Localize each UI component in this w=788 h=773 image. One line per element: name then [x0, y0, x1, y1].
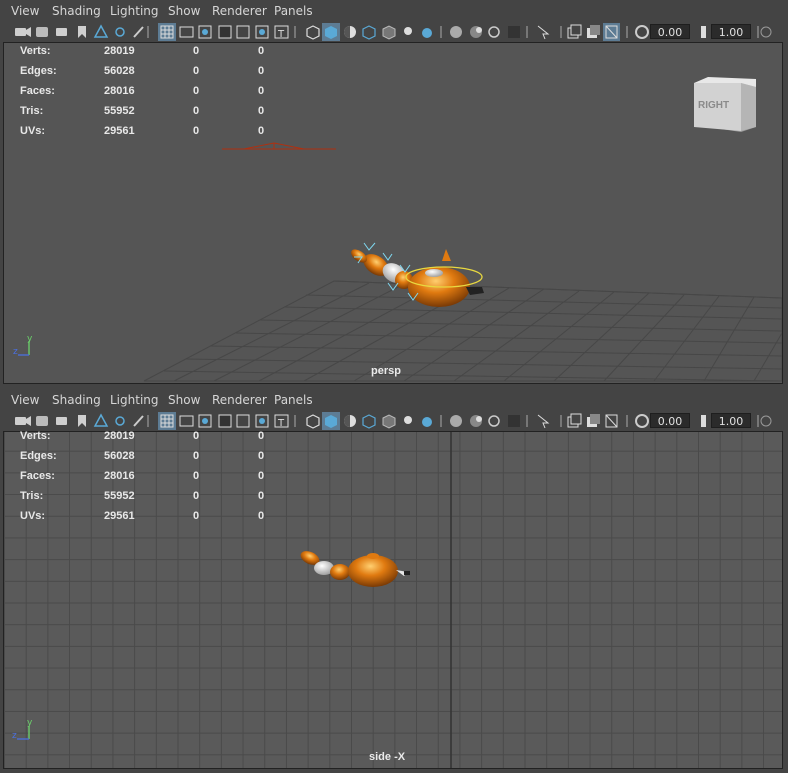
stat-value: 0 [193, 470, 200, 482]
stat-label: Edges: [20, 65, 57, 77]
svg-text:T: T [277, 29, 285, 40]
stat-value: 28019 [104, 45, 135, 57]
top-view-panel: View Shading Lighting Show Renderer Pane… [0, 0, 788, 386]
stat-value: 0 [258, 430, 265, 442]
stat-value: 55952 [104, 490, 135, 502]
stat-label: Faces: [20, 85, 55, 97]
stat-label: Tris: [20, 490, 44, 502]
menu-panels[interactable]: Panels [274, 393, 313, 407]
menu-show[interactable]: Show [168, 393, 200, 407]
stat-value: 0 [258, 510, 265, 522]
stat-label: Verts: [20, 430, 51, 442]
stat-value: 29561 [104, 125, 135, 137]
stat-value: 0 [258, 490, 265, 502]
stat-value: 0 [258, 65, 265, 77]
menu-lighting[interactable]: Lighting [110, 4, 159, 18]
top-menubar: View Shading Lighting Show Renderer Pane… [0, 0, 788, 22]
perspective-viewport[interactable]: RIGHT y z Verts: 28019 0 0 Edges: 56028 … [3, 42, 783, 384]
teapot-model [351, 242, 484, 307]
stat-value: 0 [193, 450, 200, 462]
gamma-field[interactable]: 1.00 [711, 413, 751, 428]
menu-view[interactable]: View [11, 4, 39, 18]
side-scene: y z [12, 432, 452, 768]
light-marker [222, 142, 336, 150]
side-view-panel: View Shading Lighting Show Renderer Pane… [0, 389, 788, 773]
stat-value: 0 [193, 65, 200, 77]
stat-value: 0 [258, 45, 265, 57]
top-toolbar: T 0.00 1.00 [0, 22, 788, 42]
axis-y-label: y [27, 334, 33, 344]
exposure-field[interactable]: 0.00 [650, 413, 690, 428]
menu-renderer[interactable]: Renderer [212, 393, 267, 407]
stat-label: Faces: [20, 470, 55, 482]
menu-lighting[interactable]: Lighting [110, 393, 159, 407]
stat-value: 0 [258, 125, 265, 137]
view-cube-label: RIGHT [698, 100, 729, 111]
side-viewport[interactable]: y z Verts: 28019 0 0 Edges: 56028 0 0 Fa… [3, 430, 783, 769]
stat-label: Tris: [20, 105, 44, 117]
menu-view[interactable]: View [11, 393, 39, 407]
stat-value: 0 [193, 105, 200, 117]
stat-value: 28016 [104, 85, 135, 97]
bottom-menubar: View Shading Lighting Show Renderer Pane… [0, 389, 788, 411]
stat-value: 0 [258, 85, 265, 97]
gamma-field[interactable]: 1.00 [711, 24, 751, 39]
svg-text:T: T [277, 418, 285, 429]
menu-show[interactable]: Show [168, 4, 200, 18]
stat-value: 0 [193, 490, 200, 502]
stat-value: 0 [193, 430, 200, 442]
axis-z-label: z [13, 347, 18, 357]
stat-label: UVs: [20, 510, 46, 522]
stat-value: 0 [193, 510, 200, 522]
stat-value: 56028 [104, 65, 135, 77]
menu-shading[interactable]: Shading [52, 393, 101, 407]
exposure-field[interactable]: 0.00 [650, 24, 690, 39]
stat-value: 28016 [104, 470, 135, 482]
stat-value: 28019 [104, 430, 135, 442]
stat-value: 0 [193, 85, 200, 97]
side-camera-name-label: side -X [369, 751, 406, 763]
menu-shading[interactable]: Shading [52, 4, 101, 18]
side-axis-z-label: z [12, 731, 17, 741]
side-axis-y-label: y [27, 718, 33, 728]
camera-name-label: persp [371, 365, 401, 377]
stat-label: Verts: [20, 45, 51, 57]
stat-value: 56028 [104, 450, 135, 462]
menu-renderer[interactable]: Renderer [212, 4, 267, 18]
stat-value: 0 [258, 105, 265, 117]
stat-value: 55952 [104, 105, 135, 117]
stat-value: 0 [258, 470, 265, 482]
stat-label: UVs: [20, 125, 46, 137]
menu-panels[interactable]: Panels [274, 4, 313, 18]
stat-value: 0 [193, 45, 200, 57]
bottom-toolbar: T 0.00 1.00 [0, 411, 788, 431]
stat-value: 0 [258, 450, 265, 462]
side-teapot-model [300, 551, 410, 587]
stat-value: 29561 [104, 510, 135, 522]
stat-value: 0 [193, 125, 200, 137]
stat-label: Edges: [20, 450, 57, 462]
